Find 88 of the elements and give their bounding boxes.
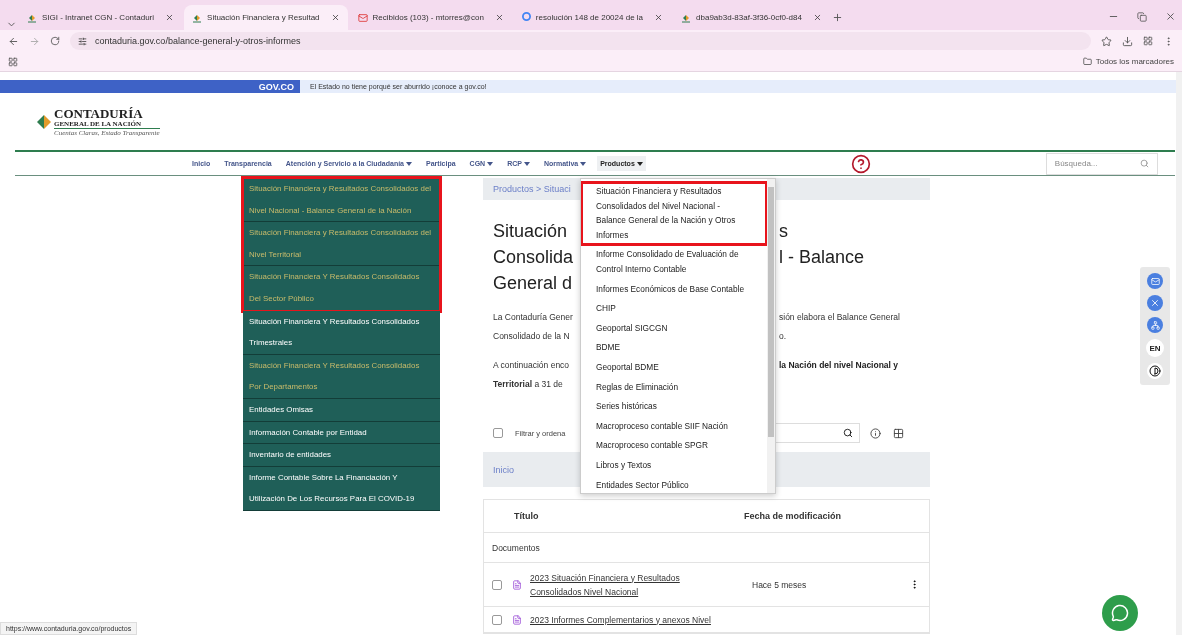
address-bar[interactable]: contaduria.gov.co/balance-general-y-otros-informes xyxy=(70,32,1091,50)
close-icon[interactable] xyxy=(330,13,340,22)
paragraph-text: la Nación del nivel Nacional y xyxy=(779,360,899,370)
bookmarks-folder[interactable]: Todos los marcadores xyxy=(1082,57,1174,66)
page-scrollbar[interactable] xyxy=(1176,72,1182,635)
browser-tab[interactable]: SIGI - Intranet CGN - Contaduri xyxy=(19,5,183,30)
menu-item[interactable]: Reglas de Eliminación xyxy=(581,377,767,398)
menu-item[interactable]: Informes Económicos de Base Contable xyxy=(581,279,767,300)
menu-item[interactable]: Informe Consolidado de Evaluación de Control Interno Contable xyxy=(581,245,767,280)
browser-tab[interactable]: Situación Financiera y Resultad xyxy=(184,5,348,30)
heading-text: Situación xyxy=(493,221,568,241)
site-logo-icon xyxy=(681,12,692,23)
paragraph-text: A continuación enco xyxy=(493,360,570,370)
help-icon[interactable] xyxy=(850,153,871,174)
gov-co-logo[interactable]: GOV.CO xyxy=(258,81,294,92)
site-logo-icon xyxy=(27,12,37,23)
folder-icon xyxy=(1082,57,1092,66)
document-icon xyxy=(512,579,522,590)
scrollbar[interactable] xyxy=(767,179,775,493)
chat-button[interactable] xyxy=(1102,595,1138,631)
document-icon xyxy=(512,614,522,625)
paragraph-text: Territorial a 31 de xyxy=(493,379,563,389)
site-settings-icon[interactable] xyxy=(78,36,87,46)
filter-field[interactable] xyxy=(775,423,860,443)
heading-text: l - Balance xyxy=(779,247,865,267)
browser-tab[interactable]: dba9ab3d-83af-3f36-0cf0-d84 xyxy=(673,5,830,30)
close-icon[interactable] xyxy=(494,13,504,22)
checkbox[interactable] xyxy=(492,579,502,590)
caret-icon xyxy=(406,161,412,166)
info-icon[interactable] xyxy=(870,427,881,439)
grid-view-icon[interactable] xyxy=(893,427,904,439)
heading-text: General d xyxy=(493,273,573,293)
caret-icon xyxy=(487,161,494,166)
paragraph-text: Consolidado de la N xyxy=(493,331,570,341)
browser-tab[interactable]: Recibidos (103) - mtorres@con xyxy=(349,5,512,30)
paragraph-text: La Contaduría Gener xyxy=(493,312,573,322)
modified-date: Hace 5 meses xyxy=(752,579,808,590)
restore-icon[interactable] xyxy=(1137,12,1147,22)
menu-item[interactable]: BDME xyxy=(581,338,767,358)
download-icon[interactable] xyxy=(1122,35,1133,47)
apps-grid-icon[interactable] xyxy=(8,56,18,67)
cross-icon[interactable] xyxy=(1147,295,1163,311)
menu-item[interactable]: CHIP xyxy=(581,299,767,319)
caret-icon xyxy=(523,161,530,166)
browser-tab[interactable]: resolución 148 de 20024 de la xyxy=(513,5,672,30)
close-icon[interactable] xyxy=(165,13,175,22)
language-button[interactable]: EN xyxy=(1146,339,1164,357)
column-header: Título xyxy=(513,511,540,521)
menu-item[interactable]: Libros y Textos xyxy=(581,455,767,476)
checkbox[interactable] xyxy=(493,428,503,438)
caret-icon xyxy=(636,161,643,166)
menu-item[interactable]: Geoportal SIGCGN xyxy=(581,318,767,339)
sitemap-icon[interactable] xyxy=(1147,317,1163,333)
close-icon[interactable] xyxy=(1165,11,1176,22)
column-header: Fecha de modificación xyxy=(744,511,843,521)
document-link[interactable]: 2023 Situación Financiera y Resultados Consolidados Nivel Nacional xyxy=(530,570,695,599)
menu-item[interactable]: Entidades Sector Público xyxy=(581,475,767,493)
heading-text: s xyxy=(779,221,788,241)
close-icon[interactable] xyxy=(812,13,822,22)
caret-icon xyxy=(580,161,587,166)
mail-icon[interactable] xyxy=(1147,273,1163,289)
menu-item[interactable]: Series históricas xyxy=(581,397,767,417)
search-icon xyxy=(1139,159,1149,168)
menu-item[interactable]: Geoportal BDME xyxy=(581,357,767,378)
reload-icon[interactable] xyxy=(50,36,60,46)
chat-bubble-icon xyxy=(1111,604,1129,622)
star-icon[interactable] xyxy=(1101,35,1112,47)
section-label: Documentos xyxy=(492,542,540,553)
paragraph-text: o. xyxy=(779,331,787,341)
logo-title: CONTADURÍA xyxy=(54,106,144,120)
site-logo-icon xyxy=(192,12,203,23)
heading-text: Consolida xyxy=(493,247,574,267)
back-arrow-icon[interactable] xyxy=(8,35,19,47)
menu-item[interactable]: Macroproceso contable SPGR xyxy=(581,436,767,456)
contrast-icon[interactable] xyxy=(1147,363,1163,379)
close-icon[interactable] xyxy=(654,13,664,22)
document-link[interactable]: 2023 Informes Complementarios y anexos Nivel xyxy=(530,612,752,627)
search-icon xyxy=(843,428,853,438)
checkbox[interactable] xyxy=(492,614,502,625)
menu-item[interactable]: Macroproceso contable SIIF Nación xyxy=(581,416,767,437)
mail-icon xyxy=(357,12,368,23)
menu-item[interactable]: Situación Financiera y Resultados Consolidados del Nivel Nacional - Balance General de la Nación y Otros Informes xyxy=(581,182,767,246)
logo-emblem-icon xyxy=(36,113,52,130)
search-field[interactable]: Búsqueda... xyxy=(1045,152,1158,175)
new-tab-icon[interactable] xyxy=(831,12,843,23)
extension-icon[interactable] xyxy=(1143,36,1153,46)
google-g-icon xyxy=(521,12,531,23)
paragraph-text: sión elabora el Balance General xyxy=(779,312,900,322)
